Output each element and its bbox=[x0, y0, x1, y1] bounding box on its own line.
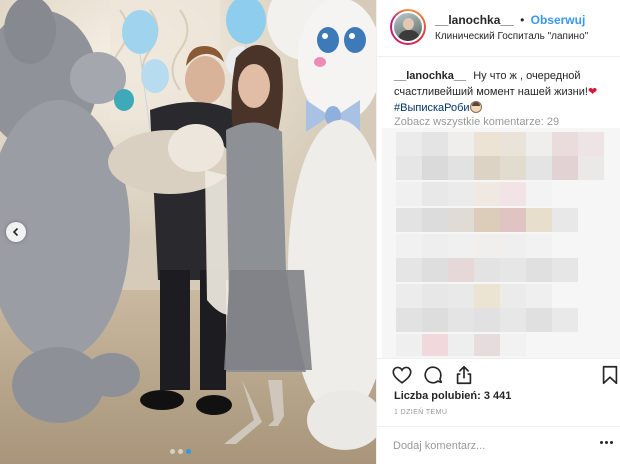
post-photo[interactable] bbox=[0, 0, 376, 464]
more-dot bbox=[600, 441, 603, 444]
caption-hashtag[interactable]: #ВыпискаРоби bbox=[394, 102, 470, 114]
heart-outline-icon[interactable] bbox=[391, 364, 413, 386]
avatar-image bbox=[392, 11, 424, 43]
bookmark-icon[interactable] bbox=[599, 364, 620, 386]
more-options-icon[interactable] bbox=[600, 441, 613, 444]
header-user-line: __lanochka__ • Obserwuj bbox=[435, 13, 585, 27]
view-all-comments-link[interactable]: Zobacz wszystkie komentarze: 29 bbox=[394, 116, 559, 128]
separator-dot: • bbox=[520, 13, 525, 27]
caption-username[interactable]: __lanochka__ bbox=[394, 70, 466, 82]
follow-button[interactable]: Obserwuj bbox=[531, 13, 586, 27]
heart-emoji: ❤ bbox=[587, 86, 598, 98]
share-icon[interactable] bbox=[453, 364, 475, 386]
add-comment-bar bbox=[377, 426, 620, 464]
post-image bbox=[0, 0, 376, 464]
post-header: __lanochka__ • Obserwuj Клинический Госп… bbox=[377, 0, 620, 57]
blurred-comments bbox=[382, 128, 620, 358]
post-caption: __lanochka__ Ну что ж , очередной счастл… bbox=[394, 68, 610, 116]
carousel-dot bbox=[170, 449, 175, 454]
avatar[interactable] bbox=[390, 9, 426, 45]
comment-icon[interactable] bbox=[422, 364, 444, 386]
location-link[interactable]: Клинический Госпиталь "лапино" bbox=[435, 31, 588, 42]
pixelated-comments-image bbox=[382, 128, 620, 358]
action-bar bbox=[377, 358, 620, 388]
previous-slide-button[interactable] bbox=[6, 222, 26, 242]
chevron-left-icon bbox=[12, 227, 19, 237]
baby-emoji-icon bbox=[469, 101, 482, 113]
carousel-dot bbox=[178, 449, 183, 454]
post-timestamp: 1 DZIEŃ TEMU bbox=[394, 409, 448, 416]
more-dot bbox=[610, 441, 613, 444]
carousel-dot-active bbox=[186, 449, 191, 454]
carousel-indicator bbox=[170, 449, 191, 454]
more-dot bbox=[605, 441, 608, 444]
like-count[interactable]: Liczba polubień: 3 441 bbox=[394, 390, 511, 402]
post-sidebar: __lanochka__ • Obserwuj Клинический Госп… bbox=[376, 0, 620, 464]
comment-input[interactable] bbox=[393, 437, 583, 455]
header-username[interactable]: __lanochka__ bbox=[435, 13, 514, 27]
